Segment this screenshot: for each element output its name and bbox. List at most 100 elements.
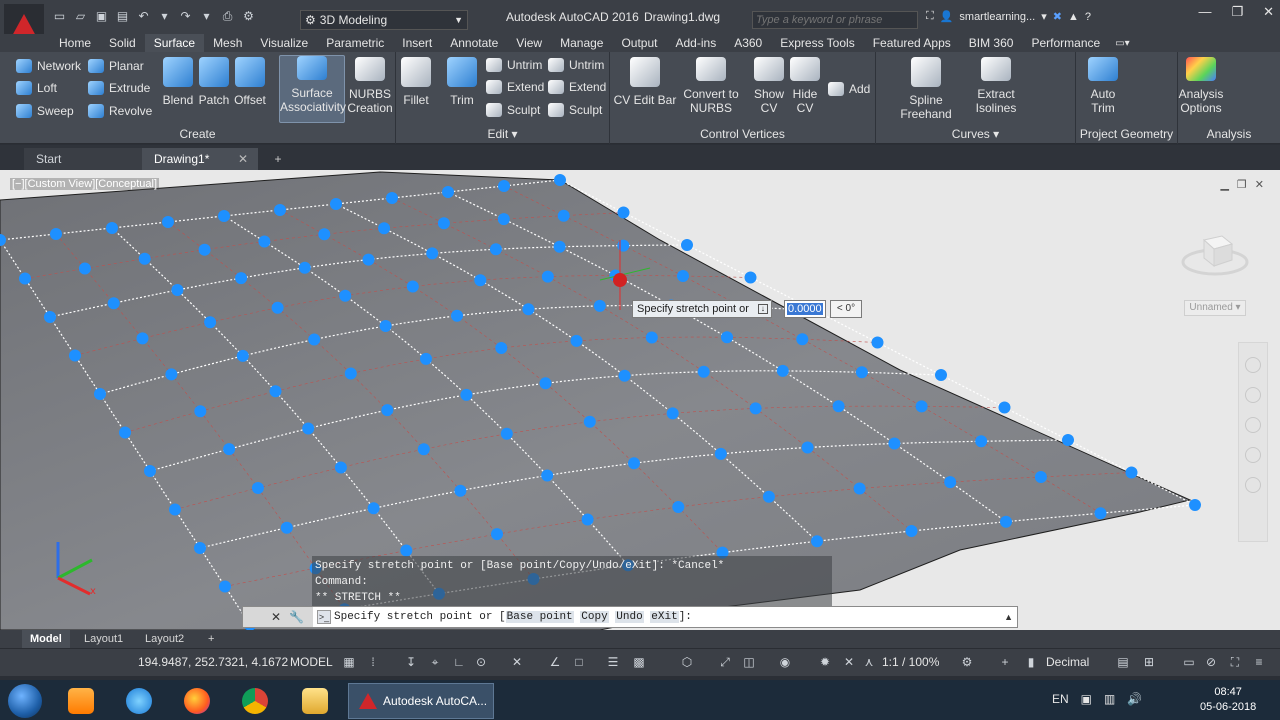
recent-commands-icon[interactable]: >_	[317, 610, 331, 624]
control-vertex[interactable]	[975, 435, 988, 448]
control-vertex[interactable]	[442, 186, 454, 198]
control-vertex[interactable]	[69, 349, 81, 362]
control-vertex[interactable]	[119, 426, 131, 439]
planar-button[interactable]: Planar	[88, 59, 144, 73]
extend-button[interactable]: Extend	[486, 80, 544, 94]
control-vertex[interactable]	[557, 209, 570, 222]
control-vertex[interactable]	[1000, 515, 1012, 528]
control-vertex[interactable]	[280, 521, 293, 534]
exchange-icon[interactable]: ✖	[1053, 10, 1062, 23]
dynamic-input-angle[interactable]: < 0°	[830, 300, 862, 318]
control-vertex[interactable]	[460, 388, 473, 401]
control-vertex[interactable]	[1189, 499, 1201, 511]
extract-isolines-button[interactable]: Extract Isolines	[974, 57, 1018, 115]
control-vertex[interactable]	[871, 336, 884, 349]
snap-icon[interactable]: ⁞	[366, 655, 380, 669]
save-as-icon[interactable]: ▤	[115, 9, 130, 23]
lock-ui-icon[interactable]: ⊞	[1142, 655, 1156, 669]
control-vertex[interactable]	[381, 404, 394, 417]
close-icon[interactable]: ✕	[271, 610, 281, 624]
cv-edit-bar-button[interactable]: CV Edit Bar	[612, 57, 678, 107]
control-vertex[interactable]	[749, 402, 762, 415]
chevron-down-icon[interactable]: ▾	[1041, 10, 1047, 23]
steering-wheel-icon[interactable]	[1245, 357, 1261, 373]
object-snap-icon[interactable]: □	[572, 655, 586, 669]
control-vertex[interactable]	[744, 271, 757, 284]
close-icon[interactable]: ✕	[238, 148, 248, 170]
control-vertex[interactable]	[539, 377, 552, 390]
auto-scale-icon[interactable]: ✕	[842, 655, 856, 669]
control-vertex[interactable]	[672, 501, 685, 513]
grid-icon[interactable]: ▦	[342, 655, 356, 669]
tab-manage[interactable]: Manage	[551, 34, 612, 52]
control-vertex[interactable]	[474, 274, 487, 287]
plot-icon[interactable]: ⎙	[220, 9, 235, 23]
panel-curves-title[interactable]: Curves ▾	[876, 127, 1075, 141]
control-vertex[interactable]	[451, 309, 463, 322]
user-name[interactable]: smartlearning...	[959, 11, 1035, 23]
control-vertex[interactable]	[1094, 507, 1107, 520]
dynamic-input-icon[interactable]: ⌖	[428, 655, 442, 669]
file-tab-start[interactable]: Start	[24, 148, 142, 170]
auto-trim-button[interactable]: Auto Trim	[1084, 57, 1122, 115]
drawing-viewport[interactable]: x [−][Custom View][Conceptual] ▁ ❐ ✕ Unn…	[0, 170, 1280, 630]
language-indicator[interactable]: EN	[1052, 692, 1069, 706]
taskbar-internet-explorer[interactable]	[114, 683, 164, 719]
extend-button-2[interactable]: Extend	[548, 80, 606, 94]
control-vertex[interactable]	[437, 217, 450, 230]
control-vertex[interactable]	[106, 222, 118, 234]
control-vertex[interactable]	[19, 272, 31, 285]
control-vertex[interactable]	[271, 301, 284, 314]
control-vertex[interactable]	[50, 228, 62, 240]
tray-app-icon[interactable]: ▣	[1081, 692, 1092, 706]
control-vertex[interactable]	[617, 206, 630, 219]
network-button[interactable]: Network	[16, 59, 81, 73]
taskbar-file-explorer[interactable]	[290, 683, 340, 719]
tab-express-tools[interactable]: Express Tools	[771, 34, 863, 52]
tab-surface[interactable]: Surface	[144, 34, 205, 52]
control-vertex[interactable]	[581, 513, 594, 526]
new-icon[interactable]: ▭	[52, 9, 67, 23]
control-vertex[interactable]	[618, 369, 631, 382]
control-vertex[interactable]	[223, 443, 236, 456]
hardware-acceleration-icon[interactable]: ▭	[1182, 655, 1196, 669]
tab-mesh[interactable]: Mesh	[204, 34, 251, 52]
control-vertex[interactable]	[236, 349, 249, 362]
surface-associativity-button[interactable]: Surface Associativity	[279, 55, 346, 123]
control-vertex[interactable]	[853, 482, 866, 495]
tab-solid[interactable]: Solid	[100, 34, 145, 52]
control-vertex[interactable]	[489, 243, 502, 256]
control-vertex[interactable]	[522, 303, 535, 316]
ribbon-minimize-icon[interactable]: ▭▾	[1115, 38, 1129, 49]
convert-to-nurbs-button[interactable]: Convert to NURBS	[680, 57, 742, 115]
loft-button[interactable]: Loft	[16, 81, 57, 95]
control-vertex[interactable]	[677, 270, 689, 282]
transparency-icon[interactable]: ▩	[632, 655, 646, 669]
system-clock[interactable]: 08:47 05-06-2018	[1200, 685, 1256, 715]
control-vertex[interactable]	[888, 437, 901, 450]
tab-insert[interactable]: Insert	[393, 34, 441, 52]
control-vertex[interactable]	[136, 332, 149, 345]
3d-osnap-icon[interactable]: ⬡	[680, 655, 694, 669]
spline-freehand-button[interactable]: Spline Freehand	[882, 57, 970, 121]
tab-add-ins[interactable]: Add-ins	[667, 34, 726, 52]
control-vertex[interactable]	[553, 240, 566, 253]
save-icon[interactable]: ▣	[94, 9, 109, 23]
taskbar-chrome[interactable]	[230, 683, 280, 719]
control-vertex[interactable]	[302, 422, 315, 435]
add-cv-button[interactable]: Add	[828, 82, 870, 96]
workspace-gear-icon[interactable]: ⚙	[241, 9, 256, 23]
selection-filter-icon[interactable]: ◫	[742, 655, 756, 669]
tab-model[interactable]: Model	[22, 630, 70, 648]
extrude-button[interactable]: Extrude	[88, 81, 150, 95]
untrim-button-2[interactable]: Untrim	[548, 58, 604, 72]
control-vertex[interactable]	[330, 198, 342, 210]
options-dropdown-icon[interactable]: ↓	[757, 304, 768, 314]
control-vertex[interactable]	[905, 525, 918, 537]
redo-icon[interactable]: ↷	[178, 9, 193, 23]
customize-menu-icon[interactable]: ≡	[1252, 655, 1266, 669]
control-vertex[interactable]	[144, 465, 156, 477]
control-vertex[interactable]	[697, 365, 710, 378]
control-vertex[interactable]	[541, 469, 554, 482]
object-snap-tracking-icon[interactable]: ∠	[548, 655, 562, 669]
